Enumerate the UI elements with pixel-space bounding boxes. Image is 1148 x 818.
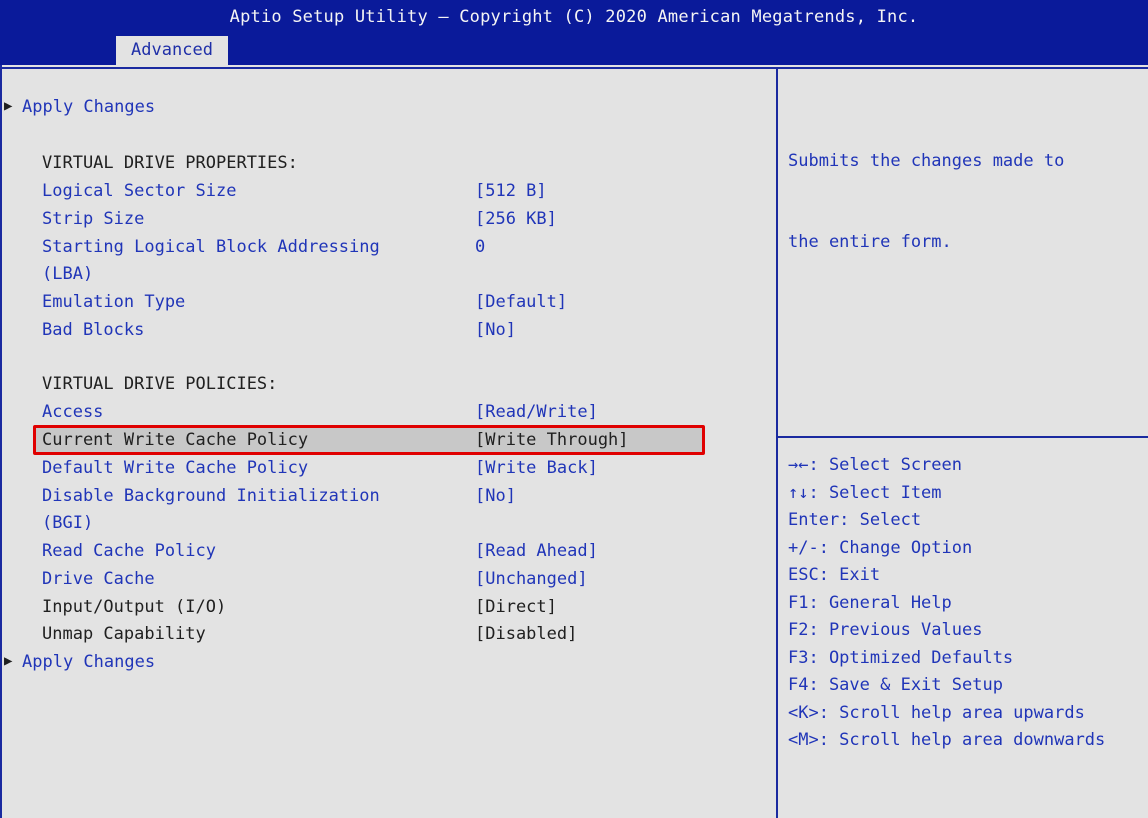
label-starting-lba[interactable]: Starting Logical Block Addressing [42,234,380,261]
key-hint: F2: Previous Values [788,620,983,640]
label-input-output: Input/Output (I/O) [42,597,227,617]
label-read-cache-policy[interactable]: Read Cache Policy [42,538,216,565]
label-default-write-cache-policy[interactable]: Default Write Cache Policy [42,455,308,482]
value-emulation-type[interactable]: [Default] [475,289,567,316]
label-strip-size[interactable]: Strip Size [42,206,144,233]
help-line: the entire form. [788,232,952,252]
key-hint: +/-: Change Option [788,537,973,558]
label-bad-blocks[interactable]: Bad Blocks [42,317,144,344]
header-bar: Aptio Setup Utility – Copyright (C) 2020… [0,0,1148,65]
label-disable-bgi-suffix[interactable]: (BGI) [42,510,93,537]
value-default-write-cache-policy[interactable]: [Write Back] [475,455,598,482]
submenu-arrow-icon: ▶ [4,653,13,669]
key-hint: →←: Select Screen [788,455,962,475]
app-title: Aptio Setup Utility – Copyright (C) 2020… [229,7,919,27]
label-logical-sector-size[interactable]: Logical Sector Size [42,178,236,205]
properties-heading: VIRTUAL DRIVE PROPERTIES: [42,153,298,173]
help-line: Submits the changes made to [788,151,1065,171]
label-access[interactable]: Access [42,399,103,426]
value-disable-bgi[interactable]: [No] [475,483,516,510]
label-unmap-capability: Unmap Capability [42,624,206,644]
key-hint: F3: Optimized Defaults [788,647,1014,668]
panel-divider [776,67,778,818]
key-hint: <M>: Scroll help area downwards [788,730,1106,750]
label-starting-lba-suffix[interactable]: (LBA) [42,261,93,288]
submenu-arrow-icon: ▶ [4,98,13,114]
frame-left-border [0,65,2,818]
value-unmap-capability: [Disabled] [475,624,578,644]
value-bad-blocks[interactable]: [No] [475,317,516,344]
help-separator [778,436,1148,438]
label-drive-cache[interactable]: Drive Cache [42,566,155,593]
key-hint: F1: General Help [788,592,952,613]
value-access[interactable]: [Read/Write] [475,399,598,426]
tab-advanced[interactable]: Advanced [116,36,228,65]
label-emulation-type[interactable]: Emulation Type [42,289,185,316]
key-hint: ↑↓: Select Item [788,482,942,503]
value-strip-size[interactable]: [256 KB] [475,206,557,233]
help-description: Submits the changes made to the entire f… [788,94,1064,283]
value-logical-sector-size[interactable]: [512 B] [475,178,547,205]
frame-top-border [0,67,1148,69]
value-read-cache-policy[interactable]: [Read Ahead] [475,538,598,565]
label-disable-bgi[interactable]: Disable Background Initialization [42,483,380,510]
label-current-write-cache-policy[interactable]: Current Write Cache Policy [42,427,308,454]
value-current-write-cache-policy[interactable]: [Write Through] [475,427,629,454]
key-help-list: →←: Select Screen ↑↓: Select Item Enter:… [788,452,1105,755]
value-starting-lba: 0 [475,237,486,257]
key-hint: Enter: Select [788,510,922,530]
value-drive-cache[interactable]: [Unchanged] [475,566,588,593]
value-input-output: [Direct] [475,597,557,617]
policies-heading: VIRTUAL DRIVE POLICIES: [42,374,278,394]
apply-changes-bottom[interactable]: Apply Changes [22,649,155,676]
key-hint: F4: Save & Exit Setup [788,675,1003,695]
key-hint: <K>: Scroll help area upwards [788,702,1085,723]
apply-changes-top[interactable]: Apply Changes [22,94,155,121]
key-hint: ESC: Exit [788,565,881,585]
